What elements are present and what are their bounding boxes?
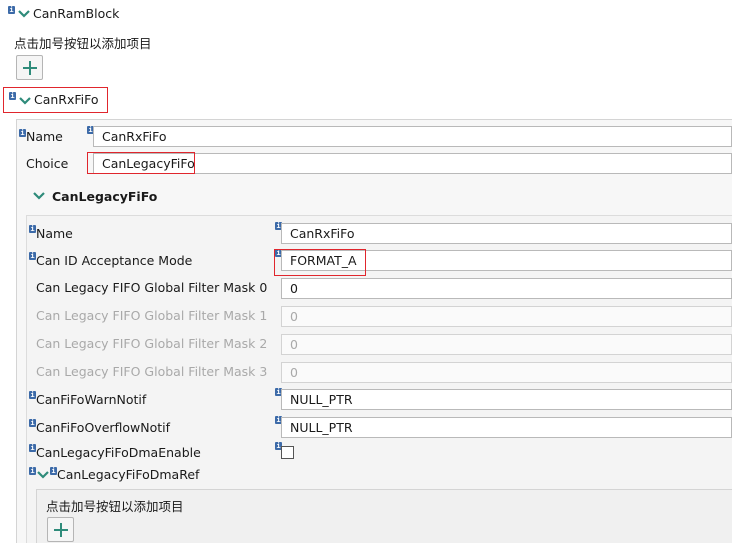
info-icon: i	[29, 225, 36, 233]
rx-fifo-title: CanRxFiFo	[34, 92, 99, 107]
fifo-warn-notif-label: CanFiFoWarnNotif	[36, 392, 147, 407]
fifo-warn-notif-input[interactable]: NULL_PTR	[281, 389, 732, 410]
rx-fifo-name-label: Name	[26, 129, 63, 144]
ram-block-add-button[interactable]	[16, 55, 43, 80]
chevron-down-icon[interactable]	[36, 469, 50, 481]
global-filter-mask-1-label: Can Legacy FIFO Global Filter Mask 1	[36, 308, 268, 323]
global-filter-mask-2-input: 0	[281, 334, 732, 355]
global-filter-mask-3-input: 0	[281, 362, 732, 383]
dma-ref-title: CanLegacyFiFoDmaRef	[57, 467, 200, 482]
legacy-fifo-title: CanLegacyFiFo	[52, 189, 158, 204]
chevron-down-icon[interactable]	[17, 8, 31, 20]
id-acceptance-mode-select[interactable]: FORMAT_A	[281, 250, 732, 271]
global-filter-mask-0-label: Can Legacy FIFO Global Filter Mask 0	[36, 280, 268, 295]
rx-fifo-choice-label: Choice	[26, 156, 69, 171]
global-filter-mask-0-input[interactable]: 0	[281, 278, 732, 299]
dma-enable-checkbox[interactable]	[281, 446, 294, 459]
chevron-down-icon[interactable]	[18, 95, 32, 107]
legacy-name-input[interactable]: CanRxFiFo	[281, 223, 732, 244]
info-icon: i	[29, 391, 36, 399]
chevron-down-icon[interactable]	[32, 190, 46, 202]
info-icon: i	[19, 129, 26, 137]
legacy-name-label: Name	[36, 226, 73, 241]
info-icon: i	[29, 252, 36, 260]
global-filter-mask-3-label: Can Legacy FIFO Global Filter Mask 3	[36, 364, 268, 379]
fifo-overflow-notif-input[interactable]: NULL_PTR	[281, 417, 732, 438]
dma-ref-add-button[interactable]	[47, 517, 74, 542]
ram-block-add-hint: 点击加号按钮以添加项目	[14, 36, 152, 51]
info-icon: i	[29, 467, 36, 475]
info-icon: i	[50, 467, 57, 475]
fifo-overflow-notif-label: CanFiFoOverflowNotif	[36, 420, 171, 435]
info-icon: i	[29, 444, 36, 452]
rx-fifo-name-input[interactable]: CanRxFiFo	[93, 126, 732, 147]
ram-block-title: CanRamBlock	[33, 6, 120, 21]
id-acceptance-mode-label: Can ID Acceptance Mode	[36, 253, 193, 268]
global-filter-mask-2-label: Can Legacy FIFO Global Filter Mask 2	[36, 336, 268, 351]
plus-icon	[54, 523, 68, 537]
info-icon: i	[8, 6, 15, 14]
dma-enable-label: CanLegacyFiFoDmaEnable	[36, 445, 201, 460]
global-filter-mask-1-input: 0	[281, 306, 732, 327]
plus-icon	[23, 61, 37, 75]
info-icon: i	[9, 92, 16, 100]
dma-ref-add-hint: 点击加号按钮以添加项目	[46, 499, 184, 514]
rx-fifo-choice-select[interactable]: CanLegacyFiFo	[93, 153, 732, 174]
info-icon: i	[29, 419, 36, 427]
